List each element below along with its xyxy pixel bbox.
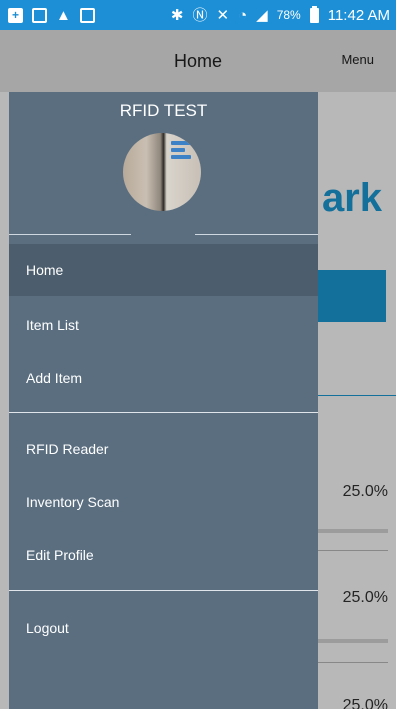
clock: 11:42 AM — [327, 6, 390, 24]
signal-icon: ◢ — [256, 6, 268, 24]
header-divider-left — [9, 234, 131, 235]
battery-percent: 78% — [276, 8, 301, 22]
nav-divider — [9, 412, 318, 413]
plus-notification-icon: + — [8, 7, 23, 23]
nav-drawer: RFID TEST Home Item List Add Item RFID R… — [9, 92, 318, 709]
nav-item-rfid-reader[interactable]: RFID Reader — [9, 423, 318, 475]
nav-item-label: Home — [26, 262, 64, 278]
nav-item-label: Logout — [26, 620, 69, 636]
bluetooth-icon: ✱ — [170, 6, 184, 24]
nav-item-label: Add Item — [26, 370, 83, 386]
nav-item-inventory-scan[interactable]: Inventory Scan — [9, 476, 318, 528]
screenshot-notification-icon — [79, 7, 95, 23]
wifi-icon: ◔ — [238, 6, 248, 24]
status-left-icons: + ▲ — [8, 6, 95, 24]
nav-item-label: Inventory Scan — [26, 494, 120, 510]
nav-item-item-list[interactable]: Item List — [9, 299, 318, 351]
mail-notification-icon — [32, 7, 47, 23]
nav-item-label: Edit Profile — [26, 547, 94, 563]
nfc-icon: Ⓝ — [192, 6, 208, 24]
battery-icon — [309, 5, 319, 23]
nav-item-logout[interactable]: Logout — [9, 602, 318, 654]
header-divider-right — [195, 234, 318, 235]
nav-item-add-item[interactable]: Add Item — [9, 352, 318, 404]
status-right-icons: ✱ Ⓝ ✕ ◔ ◢ 78% 11:42 AM — [170, 5, 390, 24]
avatar — [123, 133, 201, 211]
nav-item-label: RFID Reader — [26, 441, 109, 457]
nav-item-label: Item List — [26, 317, 79, 333]
nav-item-home[interactable]: Home — [9, 244, 318, 296]
nav-item-edit-profile[interactable]: Edit Profile — [9, 529, 318, 581]
status-bar: + ▲ ✱ Ⓝ ✕ ◔ ◢ 78% 11:42 AM — [0, 0, 396, 30]
drawer-title: RFID TEST — [119, 101, 208, 120]
mute-icon: ✕ — [216, 6, 230, 24]
avatar-photo-detail — [171, 141, 191, 167]
nav-divider — [9, 590, 318, 591]
drive-notification-icon: ▲ — [56, 6, 71, 24]
